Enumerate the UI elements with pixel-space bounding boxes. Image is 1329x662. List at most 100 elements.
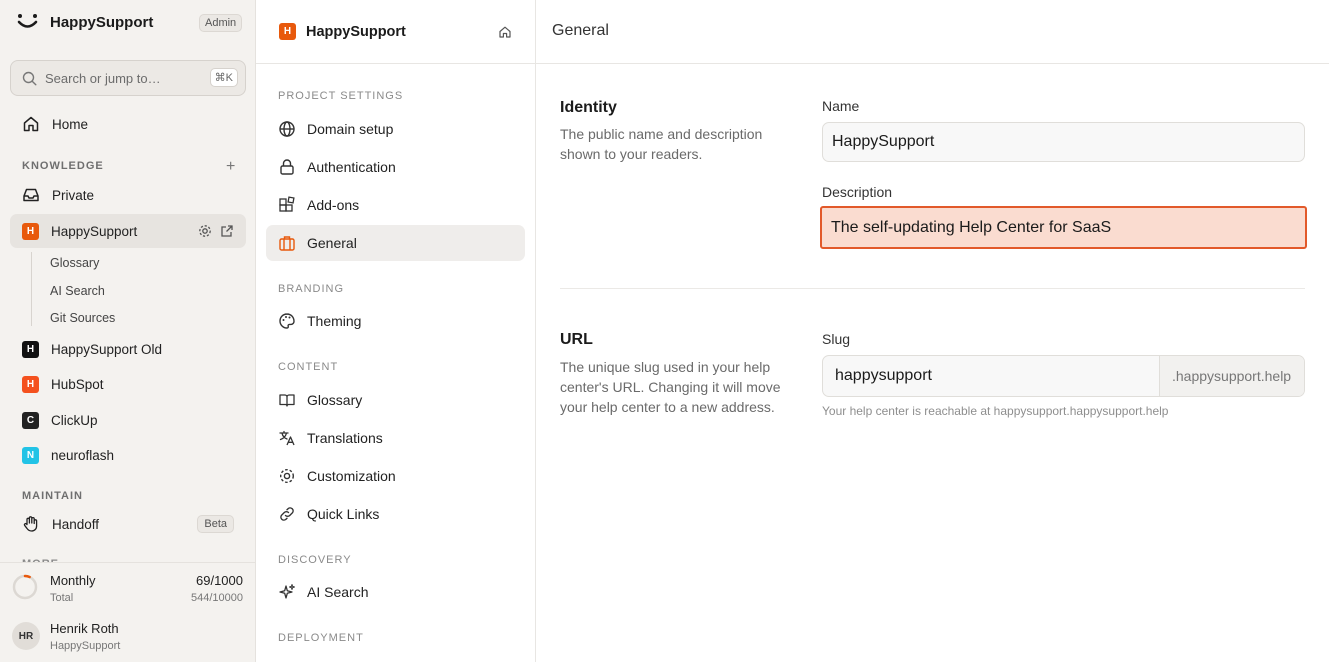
description-field[interactable]: The self-updating Help Center for SaaS (820, 206, 1307, 249)
settings-item-ai-search[interactable]: AI Search (266, 574, 525, 610)
section-divider (560, 288, 1305, 289)
settings-item-label: Glossary (307, 392, 363, 408)
home-icon (22, 115, 40, 133)
sidebar-item-label: neuroflash (51, 447, 115, 463)
identity-description: The public name and description shown to… (560, 126, 763, 162)
settings-item-customization[interactable]: Customization (266, 458, 525, 494)
description-label: Description (822, 184, 893, 200)
settings-item-label: AI Search (307, 584, 369, 600)
settings-item-theming[interactable]: Theming (266, 303, 525, 339)
sidebar-project-happysupport[interactable]: H HappySupport (10, 214, 246, 248)
settings-item-authentication[interactable]: Authentication (266, 149, 525, 185)
brand[interactable]: HappySupport (16, 12, 153, 32)
role-badge: Admin (199, 14, 243, 32)
slug-field: happysupport .happysupport.help (822, 355, 1305, 397)
settings-item-label: Domain setup (307, 121, 394, 137)
main-header: General (536, 0, 1329, 64)
url-title: URL (560, 331, 593, 348)
slug-input[interactable]: happysupport (823, 356, 1159, 396)
home-icon[interactable] (498, 25, 512, 39)
url-description: The unique slug used in your help center… (560, 359, 781, 415)
name-field[interactable]: HappySupport (822, 122, 1305, 162)
search-icon (22, 71, 37, 86)
usage-gauge-icon (12, 574, 38, 600)
settings-nav-header: H HappySupport (256, 0, 535, 64)
user-menu[interactable]: HR Henrik Roth HappySupport (0, 612, 255, 662)
sidebar-project-clickup[interactable]: C ClickUp (10, 403, 246, 437)
briefcase-icon (278, 234, 296, 252)
sidebar-project-hubspot[interactable]: H HubSpot (10, 367, 246, 401)
sidebar-item-home[interactable]: Home (10, 107, 246, 141)
sidebar-item-label: ClickUp (51, 412, 98, 428)
blocks-icon (278, 196, 296, 214)
settings-item-domain-setup[interactable]: Domain setup (266, 111, 525, 147)
globe-icon (278, 120, 296, 138)
search-shortcut: ⌘K (209, 68, 238, 87)
settings-item-glossary[interactable]: Glossary (266, 382, 525, 418)
settings-item-label: Translations (307, 430, 383, 446)
user-name: Henrik Roth (50, 621, 119, 636)
sidebar-item-label: Handoff (52, 516, 100, 532)
project-badge: H (22, 375, 39, 393)
project-title: H HappySupport (279, 23, 406, 40)
sparkles-icon (278, 583, 296, 601)
settings-item-addons[interactable]: Add-ons (266, 187, 525, 223)
external-link-icon[interactable] (220, 224, 234, 238)
slug-label: Slug (822, 331, 851, 347)
slug-hint: Your help center is reachable at happysu… (822, 404, 1169, 418)
project-badge: C (22, 411, 39, 429)
sidebar-project-happysupport-old[interactable]: H HappySupport Old (10, 332, 246, 366)
app-sidebar: HappySupport Admin Search or jump to… ⌘K… (0, 0, 256, 662)
section-deployment: DEPLOYMENT (278, 632, 364, 644)
add-knowledge-icon[interactable]: + (226, 158, 235, 176)
tree-line (31, 252, 32, 326)
gear-icon (278, 467, 296, 485)
project-name: HappySupport (306, 23, 406, 40)
palette-icon (278, 312, 296, 330)
sidebar-subitem-glossary[interactable]: Glossary (50, 256, 99, 270)
sidebar-project-neuroflash[interactable]: N neuroflash (10, 438, 246, 472)
link-icon (278, 505, 296, 523)
section-maintain: MAINTAIN (22, 490, 83, 502)
sidebar-item-handoff[interactable]: Handoff Beta (10, 507, 246, 541)
settings-item-label: Theming (307, 313, 362, 329)
usage-meter[interactable]: Monthly Total 69/1000 544/10000 (0, 562, 255, 612)
project-badge: N (22, 446, 39, 464)
identity-title: Identity (560, 99, 617, 116)
user-org: HappySupport (50, 640, 121, 652)
sidebar-subitem-ai-search[interactable]: AI Search (50, 284, 105, 298)
settings-item-label: Authentication (307, 159, 396, 175)
book-open-icon (278, 391, 296, 409)
lock-icon (278, 158, 296, 176)
sidebar-subitem-git-sources[interactable]: Git Sources (50, 311, 115, 325)
section-discovery: DISCOVERY (278, 554, 352, 566)
project-badge: H (22, 222, 39, 240)
settings-item-label: Quick Links (307, 506, 380, 522)
beta-badge: Beta (197, 515, 234, 533)
section-branding: BRANDING (278, 283, 345, 295)
hand-icon (22, 515, 40, 533)
section-project-settings: PROJECT SETTINGS (278, 90, 404, 102)
usage-subtitle: Total (50, 592, 74, 604)
settings-item-quick-links[interactable]: Quick Links (266, 496, 525, 532)
sidebar-item-private[interactable]: Private (10, 178, 246, 212)
search-input[interactable]: Search or jump to… ⌘K (10, 60, 246, 96)
usage-value: 69/1000 (196, 573, 243, 588)
section-content: CONTENT (278, 361, 339, 373)
project-badge: H (22, 340, 39, 358)
slug-suffix: .happysupport.help (1159, 356, 1304, 396)
sidebar-item-label: Private (52, 187, 95, 203)
page-title: General (552, 22, 609, 39)
name-label: Name (822, 98, 860, 114)
search-placeholder: Search or jump to… (45, 70, 161, 86)
sidebar-item-label: HappySupport Old (51, 341, 163, 357)
settings-nav: H HappySupport PROJECT SETTINGS Domain s… (256, 0, 536, 662)
avatar: HR (12, 622, 40, 650)
section-knowledge: KNOWLEDGE (22, 160, 104, 172)
gear-icon[interactable] (198, 224, 212, 238)
settings-item-general[interactable]: General (266, 225, 525, 261)
brand-name: HappySupport (50, 13, 154, 31)
usage-title: Monthly (50, 573, 96, 588)
settings-item-translations[interactable]: Translations (266, 420, 525, 456)
sidebar-item-label: HubSpot (51, 376, 104, 392)
